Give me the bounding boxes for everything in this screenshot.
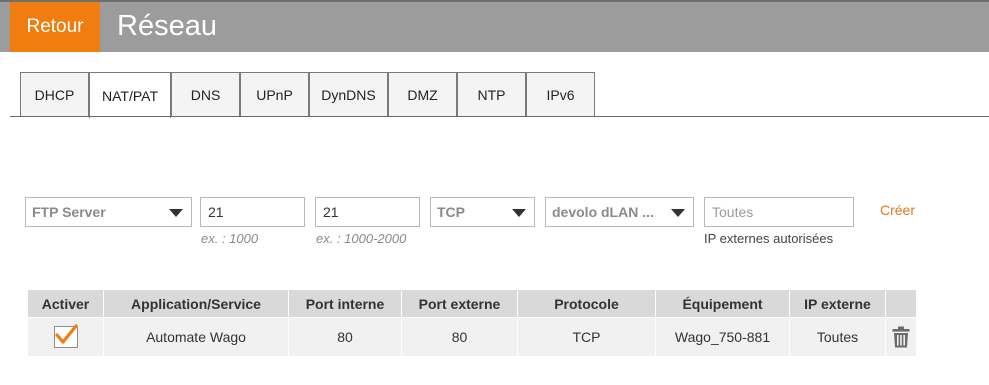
internal-port-hint: ex. : 1000 [201, 231, 259, 246]
column-header-enable: Activer [28, 290, 103, 317]
enable-checkbox[interactable] [53, 324, 78, 348]
external-ip-placeholder: Toutes [712, 204, 754, 220]
table-cell-internal-port: 80 [289, 318, 401, 356]
table-cell-external-port: 80 [402, 318, 517, 356]
column-header-external-ip: IP externe [790, 290, 885, 317]
tab-dmz[interactable]: DMZ [388, 72, 457, 117]
column-header-internal-port: Port interne [289, 290, 401, 317]
external-port-input[interactable]: 21 [315, 197, 420, 227]
tab-ntp[interactable]: NTP [457, 72, 526, 117]
protocol-select[interactable]: TCP [430, 197, 535, 227]
column-header-device: Équipement [656, 290, 789, 317]
protocol-select-value: TCP [437, 204, 465, 220]
internal-port-value: 21 [208, 204, 224, 220]
tab-ipv6[interactable]: IPv6 [526, 72, 595, 117]
external-ip-input[interactable]: Toutes [704, 197, 854, 227]
column-header-external-port: Port externe [402, 290, 517, 317]
tab-dyndns[interactable]: DynDNS [309, 72, 388, 117]
tab-upnp[interactable]: UPnP [240, 72, 309, 117]
table-cell-service: Automate Wago [104, 318, 288, 356]
chevron-down-icon [671, 209, 685, 217]
header-top-border [0, 0, 989, 2]
external-port-value: 21 [323, 204, 339, 220]
device-select[interactable]: devolo dLAN ... [545, 197, 694, 227]
device-select-value: devolo dLAN ... [552, 204, 654, 220]
column-header-actions [886, 290, 916, 317]
create-button[interactable]: Créer [880, 202, 915, 218]
page-title: Réseau [117, 10, 217, 42]
header-bar: Retour Réseau [0, 0, 989, 52]
column-header-service: Application/Service [104, 290, 288, 317]
checkmark-icon [54, 324, 78, 344]
tab-baseline [10, 116, 989, 117]
table-cell-enable [28, 318, 103, 356]
page: Retour Réseau DHCP NAT/PAT DNS UPnP DynD… [0, 0, 989, 385]
tab-bar: DHCP NAT/PAT DNS UPnP DynDNS DMZ NTP IPv… [0, 72, 989, 118]
trash-icon[interactable] [892, 326, 910, 348]
table-cell-external-ip: Toutes [790, 318, 885, 356]
tab-dhcp[interactable]: DHCP [20, 72, 89, 117]
external-ip-hint: IP externes autorisées [704, 231, 834, 246]
tab-nat-pat[interactable]: NAT/PAT [89, 72, 171, 118]
service-select-value: FTP Server [32, 204, 106, 220]
external-port-hint: ex. : 1000-2000 [316, 231, 407, 246]
tab-dns[interactable]: DNS [171, 72, 240, 117]
table-cell-device: Wago_750-881 [656, 318, 789, 356]
chevron-down-icon [169, 209, 183, 217]
back-button[interactable]: Retour [10, 2, 100, 52]
service-select[interactable]: FTP Server [25, 197, 192, 227]
column-header-protocol: Protocole [518, 290, 655, 317]
internal-port-input[interactable]: 21 [200, 197, 305, 227]
chevron-down-icon [512, 209, 526, 217]
table-cell-actions [886, 318, 916, 356]
table-cell-protocol: TCP [518, 318, 655, 356]
